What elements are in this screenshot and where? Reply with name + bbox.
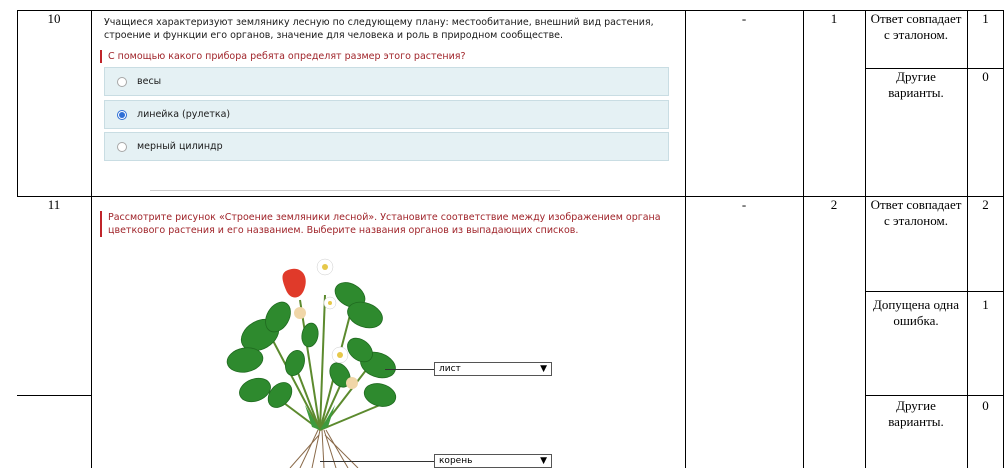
option-label: весы	[137, 76, 162, 87]
col-border-dash	[803, 10, 804, 468]
radio-icon[interactable]	[117, 76, 127, 87]
answer-option[interactable]: мерный цилиндр	[104, 132, 669, 161]
criteria-divider	[865, 395, 1004, 396]
organ-dropdown[interactable]: корень ▼	[434, 454, 552, 468]
criterion-points: 2	[982, 197, 989, 212]
leader-line	[385, 369, 435, 370]
roots-icon	[289, 429, 359, 468]
answer-option[interactable]: весы	[104, 67, 669, 96]
criterion-text: Допущена одна ошибка.	[872, 297, 960, 328]
col-border-question	[685, 10, 686, 468]
chevron-down-icon[interactable]: ▼	[540, 364, 547, 374]
question-text: Учащиеся характеризуют землянику лесную …	[104, 17, 654, 41]
max-points: 2	[830, 197, 838, 212]
option-label: мерный цилиндр	[137, 141, 223, 152]
criterion-points: 0	[982, 69, 989, 84]
col-border-num	[91, 10, 92, 468]
row-number: 10	[47, 11, 61, 26]
col-border-left	[17, 10, 18, 196]
option-label: линейка (рулетка)	[137, 109, 231, 120]
dash-cell: -	[741, 197, 747, 212]
strawberry-plant-illustration	[226, 258, 397, 468]
criterion-text: Ответ совпадает с эталоном.	[870, 11, 962, 42]
criterion-text: Другие варианты.	[888, 398, 944, 429]
organ-dropdown[interactable]: лист ▼	[434, 362, 552, 376]
dropdown-value: корень	[439, 456, 473, 466]
criterion-points: 1	[982, 11, 989, 26]
col-border-points	[865, 10, 866, 468]
sub-question: С помощью какого прибора ребята определя…	[100, 50, 466, 63]
radio-icon[interactable]	[117, 141, 127, 152]
criterion-text: Другие варианты.	[888, 69, 944, 100]
answer-option-selected[interactable]: линейка (рулетка)	[104, 100, 669, 129]
leader-line	[320, 461, 435, 462]
chevron-down-icon[interactable]: ▼	[540, 456, 547, 466]
row-number: 11	[47, 197, 61, 212]
criterion-points: 0	[982, 398, 989, 413]
screenshot-bottom-edge	[150, 190, 560, 191]
dropdown-value: лист	[439, 364, 461, 374]
partial-divider	[17, 395, 91, 396]
strawberry-icon	[282, 268, 306, 298]
dash-cell: -	[741, 11, 747, 26]
question-text: Рассмотрите рисунок «Строение земляники …	[100, 211, 683, 237]
max-points: 1	[830, 11, 838, 26]
criteria-divider	[865, 291, 1004, 292]
criterion-text: Ответ совпадает с эталоном.	[870, 197, 962, 228]
criterion-points: 1	[982, 297, 989, 312]
radio-selected-icon[interactable]	[117, 109, 127, 120]
